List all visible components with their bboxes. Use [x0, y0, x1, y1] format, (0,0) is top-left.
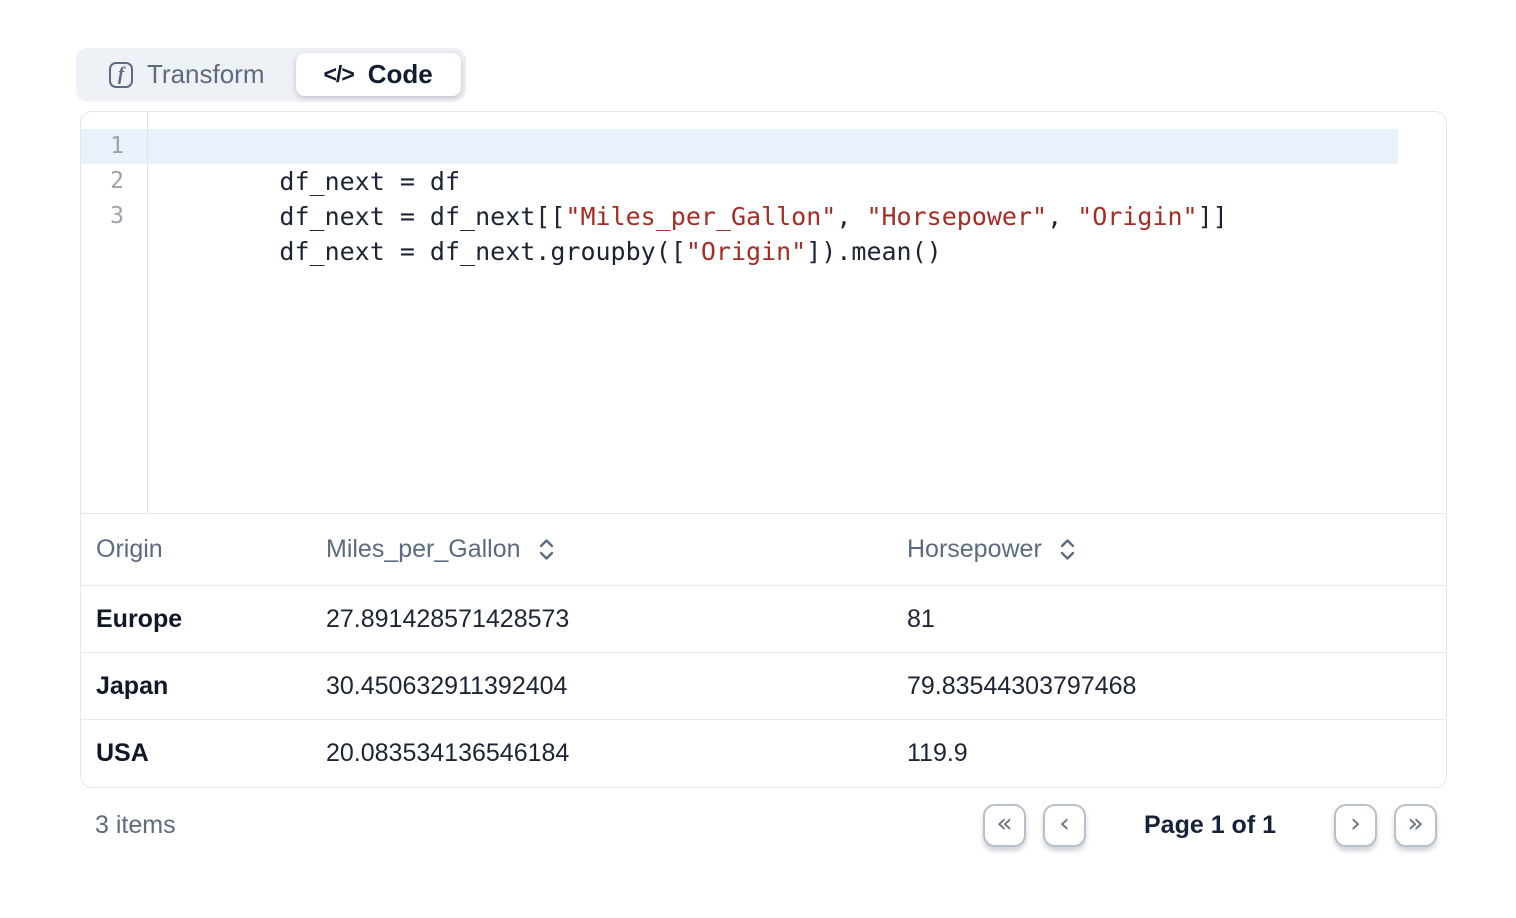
code-token-string: "Horsepower": [866, 202, 1047, 231]
code-content[interactable]: df_next = df df_next = df_next[["Miles_p…: [148, 112, 1398, 513]
prev-page-button[interactable]: ‹: [1043, 804, 1086, 847]
cell-horsepower: 119.9: [907, 739, 1446, 768]
chevron-right-icon: ›: [1350, 810, 1361, 837]
code-token: ]).mean(): [806, 237, 941, 266]
items-count: 3 items: [80, 811, 176, 840]
double-chevron-right-icon: »: [1407, 810, 1424, 837]
column-header-label: Horsepower: [907, 535, 1042, 564]
line-number: 3: [81, 199, 147, 234]
cell-origin: USA: [81, 739, 326, 768]
cell-horsepower: 79.83544303797468: [907, 672, 1446, 701]
table-footer: 3 items « ‹ Page 1 of 1 › »: [80, 800, 1447, 850]
code-token: df_next = df_next.groupby([: [279, 237, 685, 266]
tab-transform-label: Transform: [147, 59, 265, 90]
line-number-gutter: 1 2 3: [81, 112, 148, 513]
code-line-1[interactable]: df_next = df: [148, 129, 1398, 164]
tab-transform[interactable]: f Transform: [81, 53, 293, 96]
code-token: ,: [1047, 202, 1077, 231]
column-header-label: Miles_per_Gallon: [326, 535, 521, 564]
cell-miles-per-gallon: 20.083534136546184: [326, 739, 907, 768]
code-token-string: "Origin": [1077, 202, 1197, 231]
code-token: ,: [836, 202, 866, 231]
column-header-miles-per-gallon[interactable]: Miles_per_Gallon: [326, 535, 907, 564]
last-page-button[interactable]: »: [1394, 804, 1437, 847]
cell-horsepower: 81: [907, 605, 1446, 634]
line-number: 1: [81, 129, 147, 164]
chevron-left-icon: ‹: [1059, 810, 1070, 837]
view-mode-tabbar: f Transform </> Code: [76, 48, 466, 101]
table-row: USA 20.083534136546184 119.9: [81, 720, 1446, 787]
cell-miles-per-gallon: 30.450632911392404: [326, 672, 907, 701]
code-token-string: "Origin": [686, 237, 806, 266]
code-token: df_next = df: [279, 167, 460, 196]
code-icon: </>: [324, 61, 354, 88]
code-editor[interactable]: 1 2 3 df_next = df df_next = df_next[["M…: [81, 112, 1446, 514]
tab-code[interactable]: </> Code: [296, 53, 461, 96]
code-token-string: "Miles_per_Gallon": [565, 202, 836, 231]
first-page-button[interactable]: «: [983, 804, 1026, 847]
cell-origin: Japan: [81, 672, 326, 701]
code-and-results-panel: 1 2 3 df_next = df df_next = df_next[["M…: [80, 111, 1447, 788]
page-indicator: Page 1 of 1: [1144, 811, 1276, 840]
pagination-controls: « ‹ Page 1 of 1 › »: [983, 804, 1447, 847]
next-page-button[interactable]: ›: [1334, 804, 1377, 847]
double-chevron-left-icon: «: [996, 810, 1013, 837]
sort-chevrons-icon[interactable]: [536, 536, 557, 563]
table-row: Europe 27.891428571428573 81: [81, 586, 1446, 653]
line-number: 2: [81, 164, 147, 199]
function-icon: f: [109, 62, 133, 88]
table-row: Japan 30.450632911392404 79.835443037974…: [81, 653, 1446, 720]
column-header-origin: Origin: [81, 535, 326, 564]
cell-origin: Europe: [81, 605, 326, 634]
sort-chevrons-icon[interactable]: [1057, 536, 1078, 563]
column-header-label: Origin: [96, 535, 163, 564]
column-header-horsepower[interactable]: Horsepower: [907, 535, 1446, 564]
code-token: df_next = df_next[[: [279, 202, 565, 231]
table-header-row: Origin Miles_per_Gallon Horsepower: [81, 514, 1446, 586]
tab-code-label: Code: [368, 59, 433, 90]
code-token: ]]: [1198, 202, 1228, 231]
cell-miles-per-gallon: 27.891428571428573: [326, 605, 907, 634]
